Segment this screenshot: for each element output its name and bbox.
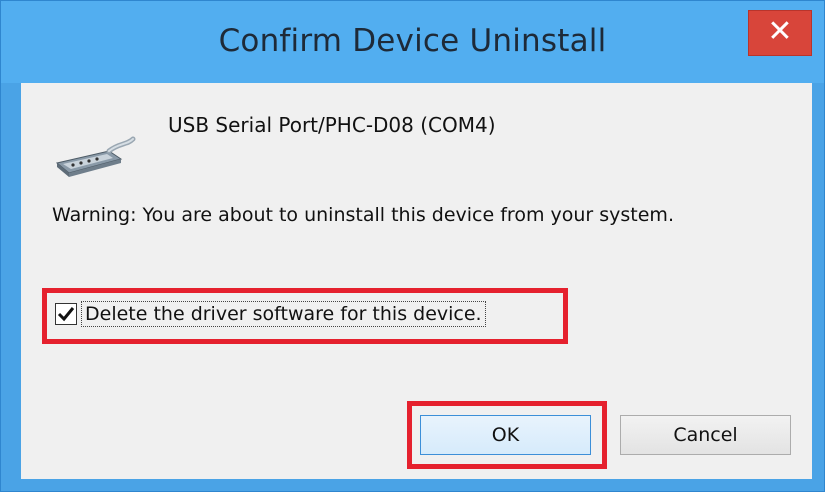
close-button[interactable]: ✕ (748, 10, 812, 56)
dialog-body: USB Serial Port/PHC-D08 (COM4) Warning: … (21, 83, 812, 479)
device-name: USB Serial Port/PHC-D08 (COM4) (168, 113, 496, 137)
warning-text: Warning: You are about to uninstall this… (52, 204, 674, 226)
cancel-button[interactable]: Cancel (620, 415, 791, 455)
title-bar[interactable]: Confirm Device Uninstall ✕ (1, 1, 824, 83)
serial-port-icon (49, 133, 139, 183)
ok-highlight (407, 401, 607, 469)
dialog-window: Confirm Device Uninstall ✕ USB Serial Po… (0, 0, 825, 492)
checkbox-highlight (42, 288, 568, 344)
close-icon: ✕ (767, 14, 793, 49)
dialog-title: Confirm Device Uninstall (218, 23, 607, 59)
